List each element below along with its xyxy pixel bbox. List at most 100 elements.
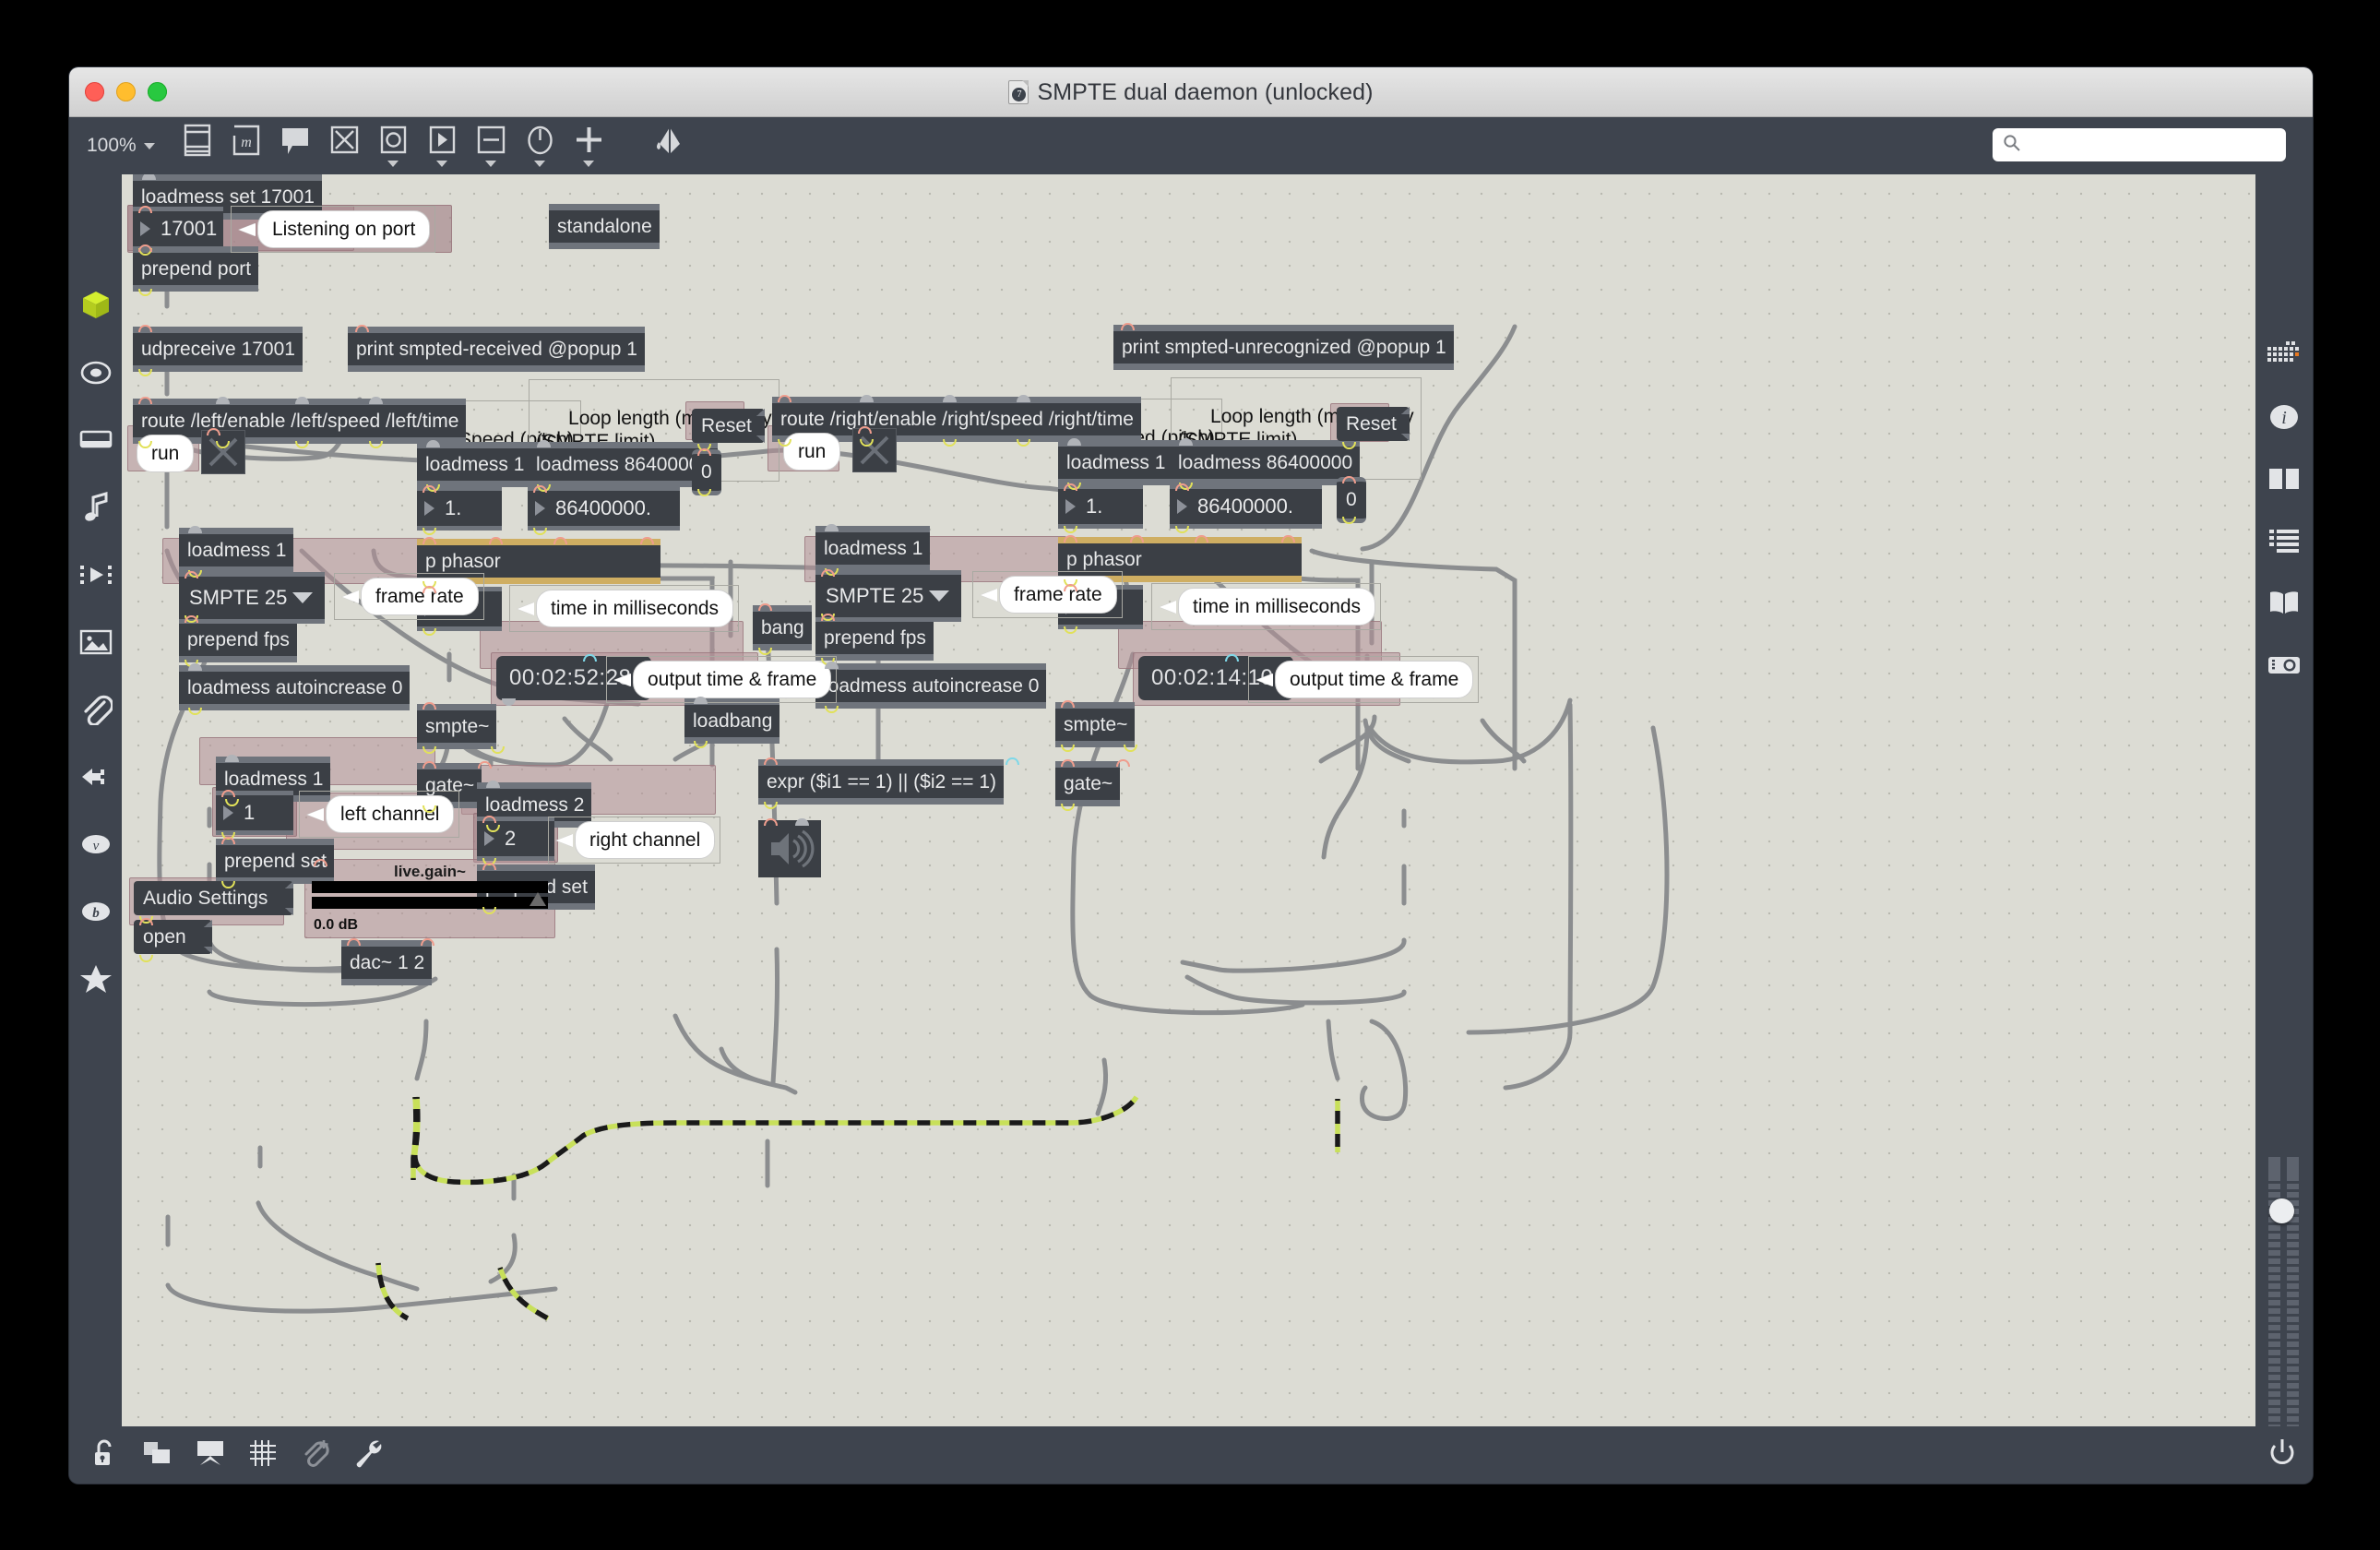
presentation-view-button[interactable] [184,1426,236,1484]
number-box-right-channel[interactable]: 2 [477,817,554,861]
number-box-left-channel[interactable]: 1 [216,791,293,835]
sidebar-item-reference[interactable] [2255,574,2313,636]
new-comment-button[interactable] [277,124,314,168]
object-print-smpted-unrecognized[interactable]: print smpted-unrecognized @popup 1 [1113,325,1454,370]
object-dac[interactable]: dac~ 1 2 [341,940,433,985]
object-loadmess-autoincrease-right[interactable]: loadmess autoincrease 0 [815,663,1047,709]
new-dial-button[interactable] [521,124,558,168]
lock-toggle-button[interactable] [78,1426,131,1484]
sidebar-item-attachment[interactable] [69,678,122,745]
inlet [1121,323,1135,330]
grid-snap-button[interactable] [236,1426,289,1484]
object-loadmess-loop-right[interactable]: loadmess 86400000 [1170,440,1361,485]
search-box[interactable] [1993,128,2286,161]
object-loadmess-fps-right[interactable]: loadmess 1 [815,526,931,571]
number-box-speed-left[interactable]: 1. [417,486,502,531]
sidebar-item-target[interactable] [69,341,122,409]
object-loadmess-autoincrease-left[interactable]: loadmess autoincrease 0 [179,665,411,710]
object-smpte-tilde-left[interactable]: smpte~ [417,704,497,749]
inlet [188,663,202,671]
sidebar-item-audio[interactable] [69,476,122,543]
plus-icon [573,124,604,157]
format-paint-button[interactable] [651,124,688,168]
inlet [489,537,503,544]
new-message-button[interactable] [423,124,460,168]
zoom-control[interactable]: 100% [87,135,155,157]
chevron-down-icon[interactable] [435,161,447,167]
chevron-down-icon[interactable] [533,161,545,167]
object-bang[interactable]: bang [753,605,812,650]
live-gain-handle[interactable] [530,892,546,906]
patcher-window-button[interactable] [179,124,216,168]
sidebar-item-info[interactable]: i [2255,388,2313,450]
number-box-loop-left[interactable]: 86400000. [528,486,680,531]
inspector-button[interactable] [341,1426,394,1484]
live-gain-slider[interactable]: live.gain~ 0.0 dB [308,861,552,935]
object-prepend-port[interactable]: prepend port [133,246,259,292]
sidebar-item-list[interactable] [2255,512,2313,574]
sidebar-item-image[interactable] [69,611,122,678]
object-prepend-fps-left[interactable]: prepend fps [179,617,297,662]
chevron-down-icon[interactable] [484,161,496,167]
ezdac-speaker-button[interactable] [758,820,821,877]
message-reset-left[interactable]: Reset [692,409,765,443]
inlet [1064,584,1077,591]
object-udpreceive[interactable]: udpreceive 17001 [133,327,303,372]
meter-knob[interactable] [2269,1198,2294,1223]
chevron-down-icon[interactable] [387,161,399,167]
dropdown-smpte-framerate-left[interactable]: SMPTE 25 [179,572,325,624]
sidebar-item-plug[interactable] [69,745,122,813]
message-reset-right[interactable]: Reset [1337,407,1410,441]
sidebar-item-matrix[interactable] [2255,327,2313,388]
object-print-smpted-received[interactable]: print smpted-received @popup 1 [348,327,645,372]
toggle-run-left[interactable] [201,430,245,474]
sidebar-item-keyboard[interactable] [69,409,122,476]
number-box-speed-right[interactable]: 1. [1058,484,1143,529]
inlet [369,397,383,404]
sidebar-item-panels[interactable] [2255,450,2313,512]
number-box-loop-right[interactable]: 86400000. [1170,484,1322,529]
object-standalone[interactable]: standalone [549,204,660,249]
patcher-canvas[interactable]: loadmess set 17001 17001 Listening on po… [122,174,2255,1426]
add-object-button[interactable] [570,124,607,168]
sidebar-item-video[interactable] [69,543,122,611]
inlet [694,697,708,704]
dropdown-smpte-framerate-right[interactable]: SMPTE 25 [815,570,961,622]
object-loadmess-fps-left[interactable]: loadmess 1 [179,528,294,573]
presentation-mode-button[interactable] [131,1426,184,1484]
comment-bubble-frame-rate-left: frame rate [334,573,484,620]
beap-b-icon: b [78,898,113,930]
sidebar-item-snapshot[interactable] [2255,636,2313,698]
object-smpte-tilde-right[interactable]: smpte~ [1055,702,1136,747]
toggle-run-right[interactable] [852,428,897,472]
object-loadmess-loop-left[interactable]: loadmess 86400000 [528,442,719,487]
audio-level-meter[interactable] [2268,1157,2302,1443]
object-loadmess-speed-right[interactable]: loadmess 1 [1058,440,1173,485]
new-button-button[interactable] [375,124,411,168]
object-prepend-fps-right[interactable]: prepend fps [815,615,934,661]
sidebar-item-packages[interactable] [69,274,122,341]
sidebar-item-beap[interactable]: b [69,880,122,948]
message-audio-settings[interactable]: Audio Settings [134,881,294,915]
sidebar-item-vizzie[interactable]: v [69,813,122,880]
keyboard-icon [79,427,113,458]
inlet [422,537,436,544]
search-input[interactable] [2029,135,2259,155]
add-attachment-button[interactable] [289,1426,341,1484]
bubble-tail-icon [518,602,534,615]
object-expr[interactable]: expr ($i1 == 1) || ($i2 == 1) [758,759,1005,805]
new-toggle-button[interactable] [326,124,363,168]
new-object-button[interactable]: m [228,124,265,168]
inlet [640,537,654,544]
sidebar-item-favorites[interactable] [69,948,122,1015]
inlet [221,837,235,844]
object-loadbang[interactable]: loadbang [684,698,780,744]
inlet [138,397,152,404]
chevron-down-icon[interactable] [582,161,594,167]
object-loadmess-speed-left[interactable]: loadmess 1 [417,442,532,487]
bubble-tail-icon [614,673,631,686]
svg-text:v: v [92,839,99,853]
new-number-button[interactable] [472,124,509,168]
object-gate-tilde-right[interactable]: gate~ [1055,761,1121,806]
audio-power-button[interactable] [2267,1426,2298,1484]
